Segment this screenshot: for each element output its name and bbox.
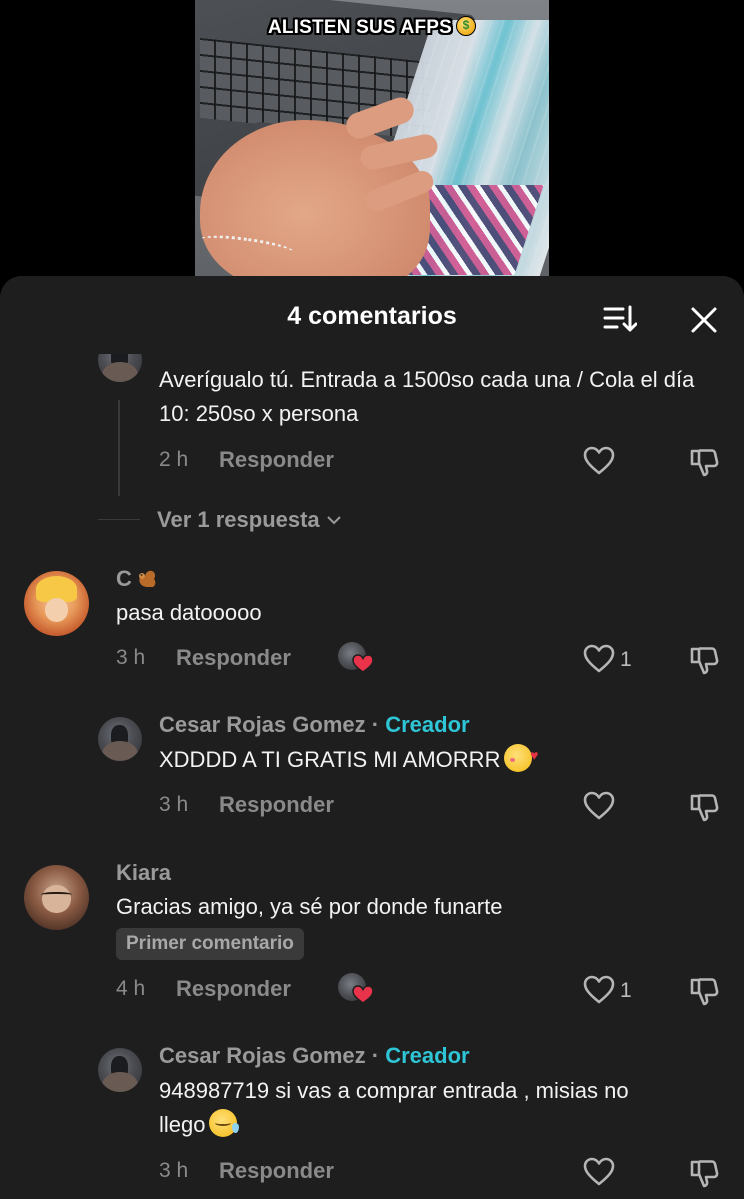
- dislike-icon[interactable]: [688, 975, 720, 1007]
- comment-username[interactable]: C: [116, 566, 158, 592]
- reply-button[interactable]: Responder: [219, 792, 334, 818]
- comment-text: XDDDD A TI GRATIS MI AMORRR: [159, 738, 538, 777]
- reply-button[interactable]: Responder: [219, 447, 334, 473]
- comment-text: pasa datooooo: [116, 600, 262, 625]
- creator-tag: Creador: [385, 712, 470, 737]
- heart-icon[interactable]: [583, 644, 615, 674]
- comments-sheet: Averígualo tú. Entrada a 1500so cada una…: [0, 276, 744, 1199]
- screen: ALISTEN SUS AFPS Averígualo tú. Entrada …: [0, 0, 744, 1199]
- like-count: 1: [620, 648, 632, 671]
- divider: [98, 519, 140, 520]
- chevron-down-icon: [327, 516, 341, 525]
- heart-icon[interactable]: [583, 446, 615, 476]
- heart-filled-icon: [352, 654, 374, 673]
- creator-tag: Creador: [385, 1043, 470, 1068]
- dislike-icon[interactable]: [688, 446, 720, 478]
- sleepy-face-icon: [209, 1109, 240, 1137]
- liked-by-creator: [338, 642, 374, 676]
- sort-icon[interactable]: [603, 304, 637, 334]
- sheet-header: 4 comentarios: [0, 276, 744, 354]
- comment-text: 948987719 si vas a comprar entrada , mis…: [159, 1078, 629, 1137]
- reply-button[interactable]: Responder: [176, 976, 291, 1002]
- comment-time: 3 h: [159, 1159, 189, 1182]
- comment-time: 3 h: [116, 646, 146, 669]
- comment-username[interactable]: Cesar Rojas Gomez · Creador: [159, 1043, 470, 1069]
- video-caption: ALISTEN SUS AFPS: [195, 16, 549, 39]
- money-mouth-face-icon: [456, 16, 477, 36]
- dislike-icon[interactable]: [688, 644, 720, 676]
- comment-time: 2 h: [159, 448, 189, 471]
- avatar[interactable]: [24, 571, 89, 636]
- comment-username[interactable]: Kiara: [116, 860, 171, 886]
- reply-button[interactable]: Responder: [219, 1158, 334, 1184]
- like-count: 1: [620, 979, 632, 1002]
- video-player[interactable]: [195, 0, 549, 276]
- thread-line: [118, 400, 120, 496]
- comment-time: 3 h: [159, 793, 189, 816]
- avatar[interactable]: [24, 865, 89, 930]
- dislike-icon[interactable]: [688, 791, 720, 823]
- comment-username[interactable]: Cesar Rojas Gomez · Creador: [159, 712, 470, 738]
- avatar[interactable]: [98, 1048, 142, 1092]
- heart-icon[interactable]: [583, 1157, 615, 1187]
- comment-text: Gracias amigo, ya sé por donde funarte: [116, 894, 503, 919]
- close-icon[interactable]: [690, 306, 718, 334]
- heart-filled-icon: [352, 985, 374, 1004]
- comment-text: Averígualo tú. Entrada a 1500so cada una…: [159, 367, 695, 426]
- first-comment-badge: Primer comentario: [116, 928, 304, 960]
- avatar[interactable]: [98, 717, 142, 761]
- squirrel-icon: [138, 570, 156, 587]
- liked-by-creator: [338, 973, 374, 1007]
- comment-time: 4 h: [116, 977, 146, 1000]
- comments-list[interactable]: Averígualo tú. Entrada a 1500so cada una…: [0, 276, 744, 1199]
- reply-button[interactable]: Responder: [176, 645, 291, 671]
- dislike-icon[interactable]: [688, 1157, 720, 1189]
- heart-icon[interactable]: [583, 791, 615, 821]
- heart-icon[interactable]: [583, 975, 615, 1005]
- view-replies-button[interactable]: Ver 1 respuesta: [157, 507, 342, 533]
- smiling-face-with-hearts-icon: [504, 738, 538, 772]
